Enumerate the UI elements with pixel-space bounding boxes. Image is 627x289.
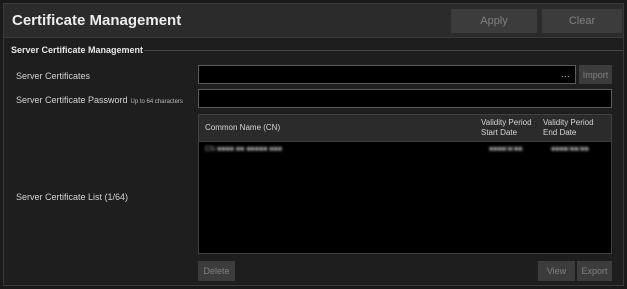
panel-header: Certificate Management Apply Clear (4, 4, 623, 38)
server-certificates-field[interactable]: ... (198, 65, 576, 84)
import-button[interactable]: Import (579, 65, 612, 84)
certificate-table: Common Name (CN) Validity Period Start D… (198, 114, 612, 254)
section-divider (144, 50, 623, 51)
browse-ellipsis[interactable]: ... (561, 69, 570, 79)
apply-button[interactable]: Apply (451, 9, 537, 33)
clear-button[interactable]: Clear (542, 9, 622, 33)
table-header: Common Name (CN) Validity Period Start D… (199, 115, 611, 142)
column-start-date-line2: Start Date (481, 128, 518, 137)
column-end-date-line1: Validity Period (543, 118, 594, 127)
certificate-management-panel: Certificate Management Apply Clear Serve… (3, 3, 624, 286)
password-label: Server Certificate Password (16, 95, 128, 105)
section-title: Server Certificate Management (11, 45, 144, 55)
cell-start-date: ■■■■/■/■■ (489, 146, 523, 153)
table-row[interactable]: CN ■■■■ ■■ ■■■■■ ■■■ ■■■■/■/■■ ■■■■/■■/■… (199, 142, 611, 158)
export-button[interactable]: Export (577, 261, 612, 281)
cell-end-date: ■■■■/■■/■■ (551, 146, 589, 153)
password-label-group: Server Certificate Password Up to 64 char… (16, 95, 183, 105)
certificate-list-label: Server Certificate List (1/64) (16, 192, 129, 202)
column-start-date: Validity Period Start Date (481, 118, 532, 138)
password-field[interactable] (198, 89, 612, 108)
password-length-note: Up to 64 characters (130, 99, 183, 105)
column-end-date-line2: End Date (543, 128, 577, 137)
server-certificates-label: Server Certificates (16, 71, 91, 81)
cell-common-name: CN ■■■■ ■■ ■■■■■ ■■■ (205, 146, 283, 153)
column-common-name: Common Name (CN) (205, 123, 281, 132)
view-button[interactable]: View (538, 261, 575, 281)
column-start-date-line1: Validity Period (481, 118, 532, 127)
delete-button[interactable]: Delete (198, 261, 235, 281)
column-end-date: Validity Period End Date (543, 118, 594, 138)
page-title: Certificate Management (12, 12, 182, 29)
section-header: Server Certificate Management (4, 44, 623, 56)
